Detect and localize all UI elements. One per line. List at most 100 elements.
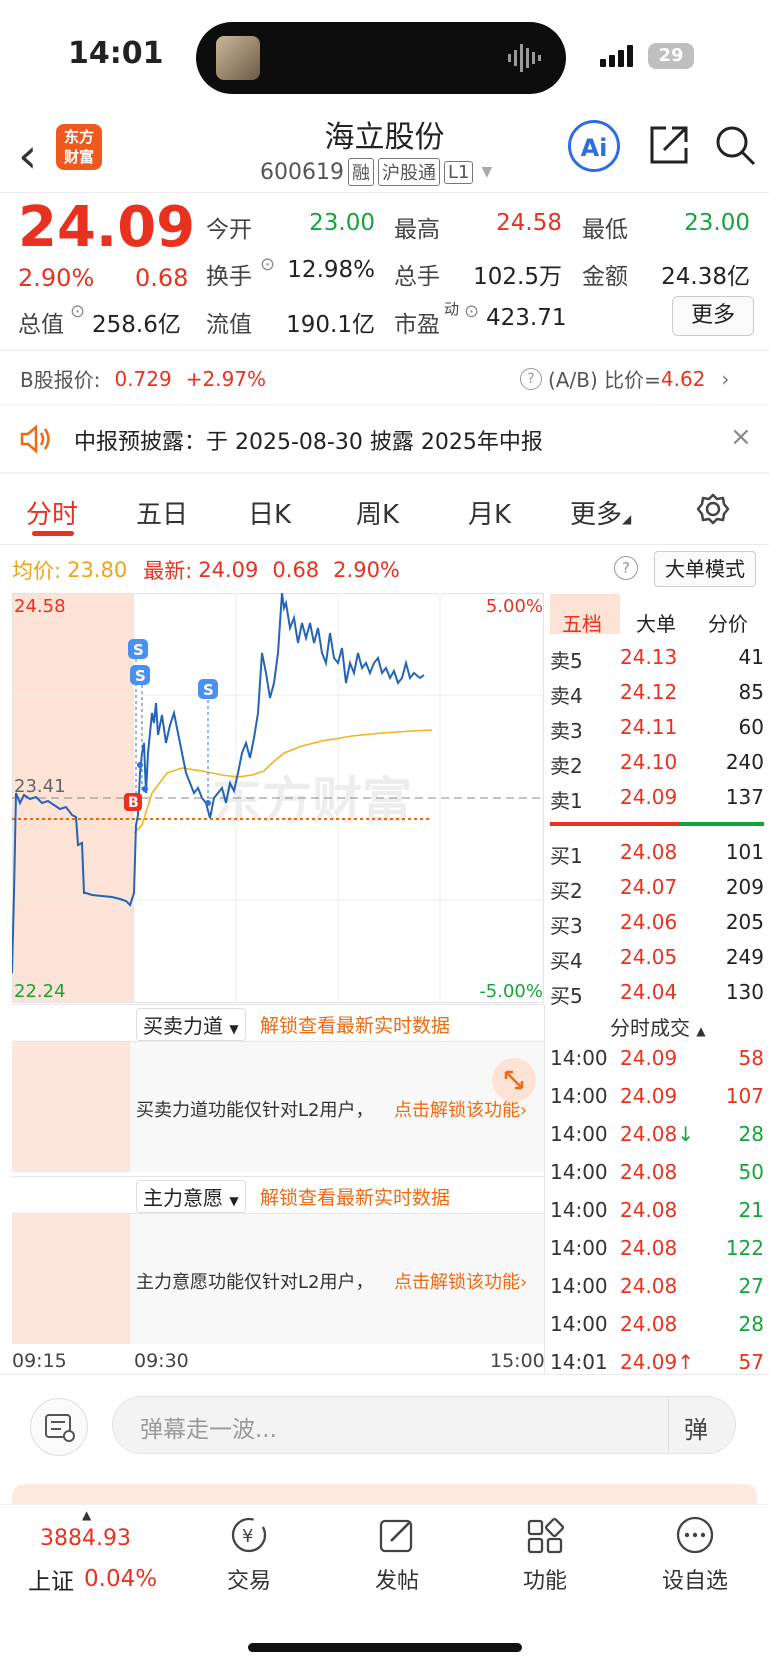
trade-price: 24.08 bbox=[620, 1198, 678, 1222]
arrow-up-icon: ↑ bbox=[677, 1350, 695, 1374]
open-label: 今开 bbox=[206, 217, 252, 243]
float-cap-value: 190.1亿 bbox=[286, 312, 375, 338]
orderbook-row[interactable]: 买2 24.07 209 bbox=[550, 875, 764, 909]
tab-monthly[interactable]: 月K bbox=[468, 494, 511, 531]
stock-subtitle[interactable]: 600619 融 沪股通 L1 ▼ bbox=[260, 158, 492, 186]
panel-main-dropdown[interactable]: 主力意愿 ▼ bbox=[136, 1180, 246, 1213]
notice-text[interactable]: 中报预披露：于 2025-08-30 披露 2025年中报 bbox=[74, 424, 543, 456]
ab-ratio[interactable]: ? (A/B) 比价= 4.62 › bbox=[520, 364, 729, 393]
edit-icon bbox=[379, 1519, 413, 1553]
orderbook-tab-level5[interactable]: 五档 bbox=[562, 608, 602, 637]
danmaku-send-button[interactable]: 弹 bbox=[684, 1410, 708, 1445]
nav-trade[interactable]: ¥ 交易 bbox=[194, 1515, 304, 1595]
orderbook-label: 卖4 bbox=[550, 684, 583, 708]
open-value: 23.00 bbox=[309, 210, 375, 236]
b-share-price: 0.729 bbox=[114, 366, 172, 391]
tab-weekly[interactable]: 周K bbox=[356, 494, 399, 531]
last-price: 24.09 bbox=[18, 195, 196, 260]
intraday-chart[interactable]: 东方财富 S S S B 24.58 23.41 22.24 5.00% -5.… bbox=[12, 593, 544, 1003]
trade-time: 14:00 bbox=[550, 1122, 608, 1146]
orderbook-row[interactable]: 买1 24.08 101 bbox=[550, 840, 764, 874]
caret-down-icon: ▼ bbox=[229, 1194, 239, 1208]
danmaku-toggle-icon[interactable] bbox=[30, 1398, 88, 1456]
panel-force-dropdown[interactable]: 买卖力道 ▼ bbox=[136, 1008, 246, 1041]
change-percent: 2.90% bbox=[18, 264, 95, 292]
nav-trade-label: 交易 bbox=[226, 1569, 271, 1594]
ratio-label: (A/B) 比价= bbox=[548, 368, 661, 392]
share-icon[interactable] bbox=[648, 124, 690, 166]
turnover-value: 12.98% bbox=[287, 257, 375, 283]
trade-time: 14:01 bbox=[550, 1350, 608, 1374]
amount-value: 24.38亿 bbox=[661, 264, 750, 290]
orderbook-label: 买1 bbox=[550, 844, 583, 868]
panel-main-title: 主力意愿 bbox=[143, 1186, 223, 1210]
b-share-row[interactable]: B股报价: 0.729 +2.97% bbox=[20, 364, 266, 393]
big-order-mode-button[interactable]: 大单模式 bbox=[654, 551, 756, 587]
orderbook-row[interactable]: 卖2 24.10 240 bbox=[550, 750, 764, 784]
info-icon[interactable]: ⊙ bbox=[260, 254, 275, 275]
ai-button[interactable]: Ai bbox=[568, 120, 620, 172]
help-icon[interactable]: ? bbox=[520, 367, 542, 390]
orderbook-row[interactable]: 卖4 24.12 85 bbox=[550, 680, 764, 714]
settings-icon[interactable] bbox=[696, 492, 730, 526]
orderbook-tab-big[interactable]: 大单 bbox=[636, 608, 676, 637]
pct-max-label: 5.00% bbox=[486, 596, 543, 617]
panel-shade bbox=[12, 1214, 130, 1344]
expand-icon[interactable] bbox=[492, 1058, 536, 1102]
panel-shade bbox=[12, 1042, 130, 1172]
search-icon[interactable] bbox=[714, 124, 756, 166]
orderbook-row[interactable]: 卖5 24.13 41 bbox=[550, 645, 764, 679]
nav-post[interactable]: 发帖 bbox=[342, 1515, 452, 1595]
grid-icon bbox=[527, 1517, 565, 1554]
nav-functions[interactable]: 功能 bbox=[490, 1515, 600, 1595]
chart-svg: 东方财富 S S S B 24.58 23.41 22.24 5.00% -5.… bbox=[12, 593, 544, 1003]
orderbook-price: 24.08 bbox=[620, 840, 678, 864]
dynamic-island[interactable] bbox=[196, 22, 566, 94]
tab-underline bbox=[32, 531, 74, 536]
trade-volume: 107 bbox=[725, 1084, 764, 1108]
trade-time: 14:00 bbox=[550, 1236, 608, 1260]
trade-volume: 57 bbox=[738, 1350, 764, 1374]
info-icon[interactable]: ⊙ bbox=[70, 301, 85, 322]
trade-price: 24.09↑ bbox=[620, 1350, 695, 1374]
latest-label: 最新: bbox=[143, 559, 193, 583]
help-icon[interactable]: ? bbox=[614, 556, 638, 580]
index-info[interactable]: 上证 0.04% bbox=[28, 1562, 157, 1596]
panel-main-link[interactable]: 点击解锁该功能› bbox=[394, 1268, 527, 1294]
tab-daily[interactable]: 日K bbox=[248, 494, 291, 531]
orderbook-tab-price[interactable]: 分价 bbox=[708, 608, 748, 637]
orderbook-volume: 205 bbox=[725, 910, 764, 934]
danmaku-placeholder: 弹幕走一波... bbox=[140, 1417, 277, 1443]
trade-price: 24.09 bbox=[620, 1046, 678, 1070]
orderbook-label: 买3 bbox=[550, 914, 583, 938]
orderbook-row[interactable]: 卖3 24.11 60 bbox=[550, 715, 764, 749]
more-button[interactable]: 更多 bbox=[672, 296, 754, 336]
panel-main-header: 主力意愿 ▼ 解锁查看最新实时数据 bbox=[12, 1176, 544, 1214]
home-indicator[interactable] bbox=[248, 1643, 522, 1652]
tab-more[interactable]: 更多◢ bbox=[570, 494, 631, 531]
orderbook-price: 24.13 bbox=[620, 645, 678, 669]
tab-five-day[interactable]: 五日 bbox=[136, 494, 188, 531]
orderbook-row[interactable]: 卖1 24.09 137 bbox=[550, 785, 764, 819]
index-value[interactable]: 3884.93 bbox=[40, 1526, 131, 1551]
trade-time: 14:00 bbox=[550, 1198, 608, 1222]
arrow-down-icon: ↓ bbox=[677, 1122, 695, 1146]
trades-title[interactable]: 分时成交 ▲ bbox=[610, 1012, 706, 1041]
panel-force-unlock[interactable]: 解锁查看最新实时数据 bbox=[260, 1011, 450, 1038]
panel-main-unlock[interactable]: 解锁查看最新实时数据 bbox=[260, 1183, 450, 1210]
tab-intraday[interactable]: 分时 bbox=[26, 494, 78, 531]
nav-watchlist[interactable]: 设自选 bbox=[640, 1515, 750, 1595]
watermark: 东方财富 bbox=[212, 772, 412, 830]
avg-label: 均价: bbox=[12, 559, 62, 583]
close-icon[interactable]: × bbox=[730, 422, 752, 452]
trade-price: 24.08 bbox=[620, 1236, 678, 1260]
panel-force-header: 买卖力道 ▼ 解锁查看最新实时数据 bbox=[12, 1004, 544, 1042]
orderbook-row[interactable]: 买3 24.06 205 bbox=[550, 910, 764, 944]
info-icon[interactable]: ⊙ bbox=[464, 301, 479, 322]
orderbook-price: 24.04 bbox=[620, 980, 678, 1004]
orderbook-row[interactable]: 买5 24.04 130 bbox=[550, 980, 764, 1014]
trade-volume: 28 bbox=[738, 1312, 764, 1336]
trade-time: 14:00 bbox=[550, 1274, 608, 1298]
orderbook-row[interactable]: 买4 24.05 249 bbox=[550, 945, 764, 979]
nav-watchlist-label: 设自选 bbox=[661, 1569, 728, 1594]
